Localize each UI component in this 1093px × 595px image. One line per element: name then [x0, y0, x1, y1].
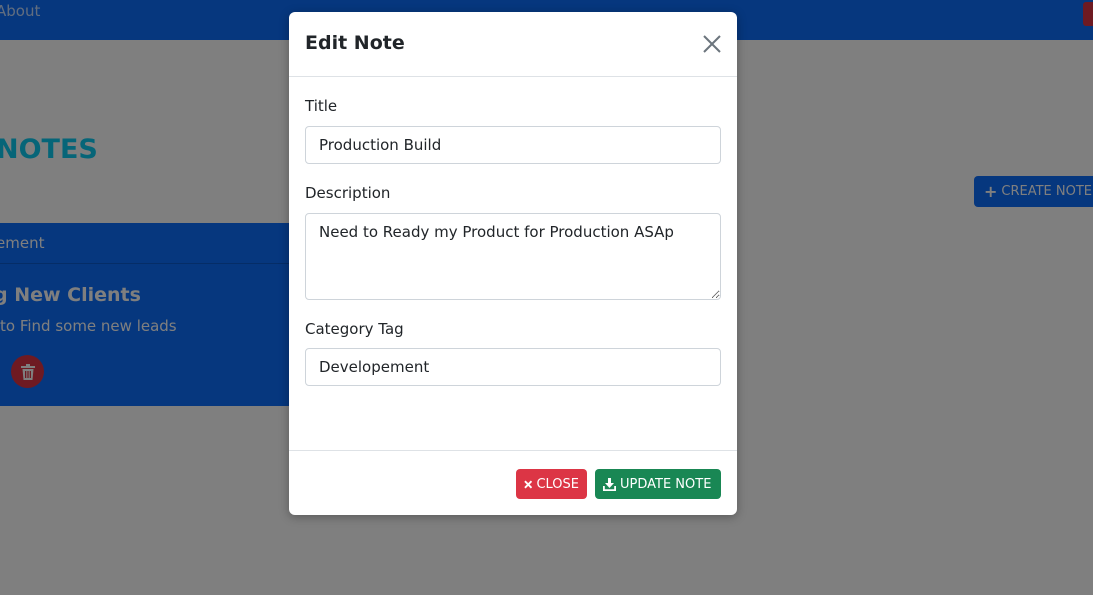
modal-header: Edit Note [289, 12, 737, 77]
times-icon [524, 480, 533, 488]
update-note-button[interactable]: UPDATE NOTE [595, 469, 721, 499]
category-tag-label: Category Tag [305, 320, 404, 338]
category-tag-input[interactable] [305, 348, 721, 386]
close-icon[interactable] [701, 33, 723, 55]
description-textarea[interactable]: Need to Ready my Product for Production … [305, 213, 721, 300]
description-label: Description [305, 184, 391, 202]
close-button-label: CLOSE [536, 476, 579, 492]
modal-footer: CLOSE UPDATE NOTE [289, 450, 737, 515]
update-note-label: UPDATE NOTE [620, 476, 712, 492]
close-button[interactable]: CLOSE [516, 469, 587, 499]
title-input[interactable] [305, 126, 721, 164]
edit-note-modal: Edit Note Title Description Need to Read… [289, 12, 737, 515]
download-icon [603, 477, 616, 491]
title-label: Title [305, 97, 338, 115]
modal-body: Title Description Need to Ready my Produ… [289, 77, 737, 451]
modal-title: Edit Note [305, 32, 405, 54]
